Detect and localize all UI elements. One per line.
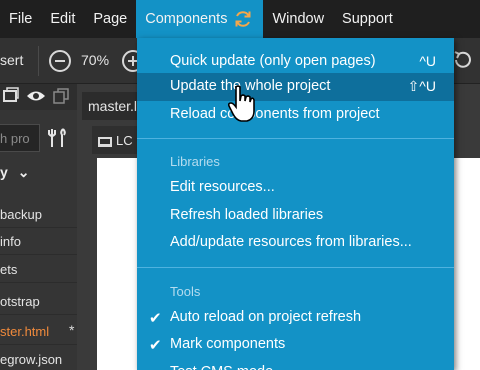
menu-refresh-libraries[interactable]: Refresh loaded libraries — [137, 202, 454, 230]
menu-quick-update[interactable]: Quick update (only open pages) ^U — [137, 48, 454, 76]
device-tab-label: LC — [116, 133, 133, 148]
menu-window[interactable]: Window — [263, 0, 333, 38]
zoom-level: 70% — [81, 52, 110, 68]
project-header[interactable]: y ⌄ — [0, 164, 29, 181]
toolbar-divider — [38, 46, 39, 76]
chevron-down-icon: ⌄ — [17, 164, 30, 180]
menu-support[interactable]: Support — [333, 0, 402, 38]
layers-icon[interactable] — [2, 87, 20, 105]
menu-components-label: Components — [145, 11, 228, 27]
menu-add-update-resources[interactable]: Add/update resources from libraries... — [137, 229, 454, 257]
menu-bar: File Edit Page Components Window Support — [0, 0, 480, 38]
hand-cursor-icon — [227, 85, 255, 122]
menu-reload-components-label: Reload components from project — [170, 106, 380, 122]
menu-mark-components[interactable]: ✔ Mark components — [137, 331, 454, 359]
libraries-header: Libraries — [170, 154, 220, 169]
menu-quick-update-label: Quick update (only open pages) — [170, 53, 376, 69]
shortcut-label: ^U — [419, 53, 436, 69]
project-name: y — [0, 164, 8, 180]
menu-page[interactable]: Page — [84, 0, 136, 38]
menu-test-cms-mode[interactable]: Test CMS mode — [137, 359, 454, 370]
menu-divider — [137, 138, 454, 139]
menu-reload-components[interactable]: Reload components from project — [137, 101, 454, 129]
laptop-icon — [98, 136, 112, 147]
menu-edit-resources[interactable]: Edit resources... — [137, 174, 454, 202]
tools-header: Tools — [170, 284, 201, 299]
tree-item[interactable]: ets — [0, 256, 77, 283]
search-input[interactable]: h pro — [0, 124, 40, 152]
document-tab[interactable]: master.l — [82, 92, 142, 120]
refresh-icon — [235, 11, 251, 27]
shortcut-label: ⇧^U — [407, 78, 436, 94]
reload-icon[interactable] — [452, 48, 474, 72]
tools-icon[interactable] — [46, 126, 70, 150]
copy-icon[interactable] — [52, 87, 70, 105]
menu-auto-reload[interactable]: ✔ Auto reload on project refresh — [137, 304, 454, 332]
tree-item[interactable]: egrow.json — [0, 346, 77, 370]
check-icon: ✔ — [149, 310, 162, 327]
menu-components[interactable]: Components — [136, 0, 264, 38]
menu-auto-reload-label: Auto reload on project refresh — [170, 309, 362, 325]
menu-file[interactable]: File — [0, 0, 41, 38]
tree-item[interactable]: info — [0, 228, 77, 255]
insert-button-label[interactable]: sert — [0, 52, 23, 68]
zoom-out-button[interactable] — [49, 50, 71, 72]
components-dropdown: Quick update (only open pages) ^U Update… — [137, 38, 454, 370]
check-icon: ✔ — [149, 337, 162, 354]
eye-icon[interactable] — [26, 88, 46, 104]
modified-marker: * — [69, 322, 75, 338]
menu-mark-components-label: Mark components — [170, 336, 286, 352]
tree-item-active[interactable]: ster.html — [0, 318, 77, 345]
menu-update-whole-project[interactable]: Update the whole project ⇧^U — [137, 73, 454, 101]
menu-edit[interactable]: Edit — [41, 0, 84, 38]
tree-item[interactable]: otstrap — [0, 288, 77, 315]
tree-item[interactable]: backup — [0, 201, 77, 228]
menu-divider — [137, 267, 454, 268]
device-tab[interactable]: LC — [92, 126, 142, 154]
